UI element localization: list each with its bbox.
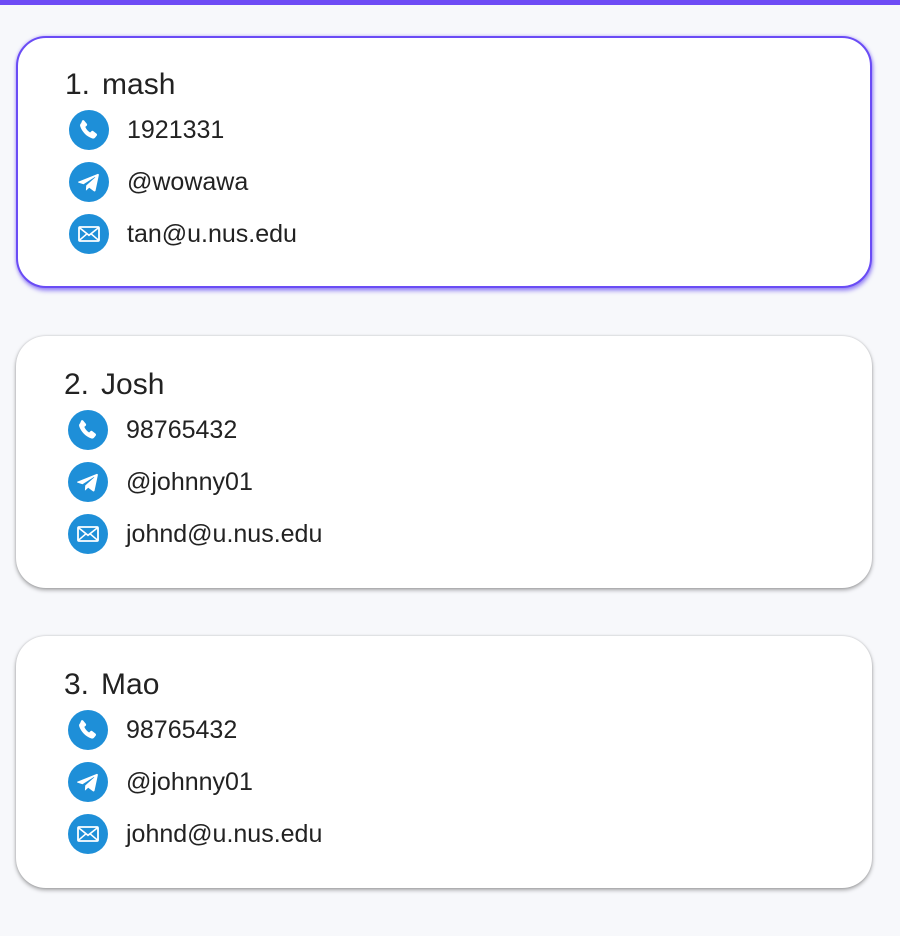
- contact-index: 2.: [64, 368, 90, 401]
- telegram-field: @johnny01: [68, 762, 253, 802]
- telegram-handle: @johnny01: [126, 767, 253, 796]
- contact-title: 1. mash: [65, 68, 175, 102]
- telegram-icon: [69, 162, 109, 202]
- email-field: tan@u.nus.edu: [69, 214, 297, 254]
- top-accent-bar: [0, 0, 900, 5]
- contact-card[interactable]: 3. Mao 98765432 @johnny01 johnd@u.nus.edu: [16, 636, 872, 888]
- contact-title: 2. Josh: [64, 368, 164, 402]
- email-icon: [68, 814, 108, 854]
- telegram-handle: @johnny01: [126, 467, 253, 496]
- telegram-icon: [68, 462, 108, 502]
- email-icon: [68, 514, 108, 554]
- contact-name: Josh: [101, 368, 165, 401]
- phone-icon: [68, 710, 108, 750]
- contact-card[interactable]: 1. mash 1921331 @wowawa tan@u.nus.edu: [16, 36, 872, 288]
- phone-number: 98765432: [126, 715, 238, 744]
- telegram-icon: [68, 762, 108, 802]
- email-field: johnd@u.nus.edu: [68, 814, 322, 854]
- phone-field: 98765432: [68, 410, 237, 450]
- phone-field: 1921331: [69, 110, 224, 150]
- contact-title: 3. Mao: [64, 668, 159, 702]
- phone-icon: [68, 410, 108, 450]
- email-field: johnd@u.nus.edu: [68, 514, 322, 554]
- contact-name: mash: [102, 68, 176, 101]
- phone-icon: [69, 110, 109, 150]
- email-address: johnd@u.nus.edu: [126, 819, 323, 848]
- email-address: johnd@u.nus.edu: [126, 519, 323, 548]
- telegram-field: @wowawa: [69, 162, 248, 202]
- contact-name: Mao: [101, 668, 160, 701]
- contact-index: 1.: [65, 68, 91, 101]
- contact-list: 1. mash 1921331 @wowawa tan@u.nus.edu 2. J…: [16, 36, 872, 936]
- phone-number: 98765432: [126, 415, 238, 444]
- telegram-handle: @wowawa: [127, 167, 249, 196]
- contact-card[interactable]: 2. Josh 98765432 @johnny01 johnd@u.nus.ed…: [16, 336, 872, 588]
- phone-number: 1921331: [127, 115, 225, 144]
- contact-index: 3.: [64, 668, 90, 701]
- email-address: tan@u.nus.edu: [127, 219, 297, 248]
- phone-field: 98765432: [68, 710, 237, 750]
- telegram-field: @johnny01: [68, 462, 253, 502]
- email-icon: [69, 214, 109, 254]
